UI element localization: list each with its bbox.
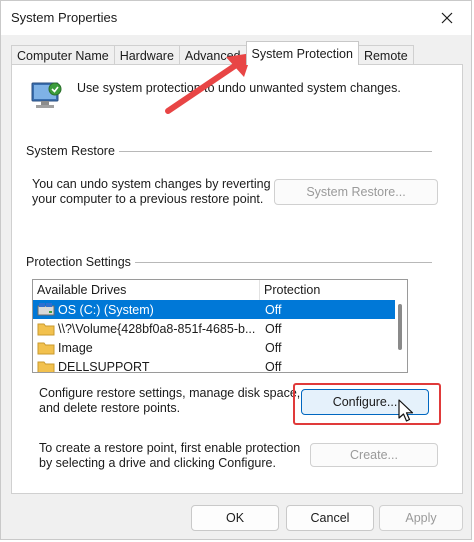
drive-name: Image — [58, 340, 93, 355]
folder-icon — [37, 342, 55, 354]
system-properties-window: System Properties Computer Name Hardware… — [0, 0, 472, 540]
apply-button[interactable]: Apply — [379, 505, 463, 531]
drive-name: OS (C:) (System) — [58, 302, 154, 317]
drive-protection: Off — [265, 359, 282, 373]
system-restore-label: System Restore — [26, 144, 119, 158]
drive-name: DELLSUPPORT — [58, 359, 150, 373]
folder-icon — [37, 323, 55, 335]
system-protection-panel: Use system protection to undo unwanted s… — [11, 64, 463, 494]
drives-list-scrollbar[interactable] — [393, 280, 407, 372]
tab-system-protection[interactable]: System Protection — [245, 41, 359, 65]
cancel-button[interactable]: Cancel — [286, 505, 374, 531]
drive-row[interactable]: \\?\Volume{428bf0a8-851f-4685-b... Off — [33, 319, 395, 338]
tab-computer-name[interactable]: Computer Name — [11, 45, 115, 65]
mouse-cursor-icon — [398, 399, 414, 422]
window-title: System Properties — [11, 10, 118, 25]
drive-name: \\?\Volume{428bf0a8-851f-4685-b... — [58, 321, 256, 336]
column-header-drives[interactable]: Available Drives — [33, 280, 260, 300]
drives-list-header: Available Drives Protection — [33, 280, 407, 300]
column-header-protection[interactable]: Protection — [260, 280, 380, 300]
scrollbar-thumb[interactable] — [398, 304, 402, 350]
protection-settings-label: Protection Settings — [26, 255, 135, 269]
system-restore-button[interactable]: System Restore... — [274, 179, 438, 205]
configure-description: Configure restore settings, manage disk … — [39, 386, 301, 415]
drive-row[interactable]: OS (C:) (System) Off — [33, 300, 395, 319]
title-bar[interactable]: System Properties — [1, 1, 471, 35]
close-button[interactable] — [433, 5, 461, 31]
drive-row[interactable]: DELLSUPPORT Off — [33, 357, 395, 373]
create-description: To create a restore point, first enable … — [39, 441, 301, 470]
create-button[interactable]: Create... — [310, 443, 438, 467]
system-restore-description: You can undo system changes by reverting… — [32, 177, 271, 206]
ok-button[interactable]: OK — [191, 505, 279, 531]
drive-row[interactable]: Image Off — [33, 338, 395, 357]
tab-remote[interactable]: Remote — [357, 45, 414, 65]
close-icon — [441, 12, 453, 24]
drives-list[interactable]: Available Drives Protection OS (C:) (Sys… — [32, 279, 408, 373]
system-drive-icon — [37, 302, 55, 315]
drive-protection: Off — [265, 321, 282, 336]
drive-protection: Off — [265, 340, 282, 355]
drive-protection: Off — [265, 302, 282, 317]
dialog-footer: OK Cancel Apply — [1, 501, 471, 541]
system-protection-icon — [31, 82, 62, 108]
folder-icon — [37, 361, 55, 372]
